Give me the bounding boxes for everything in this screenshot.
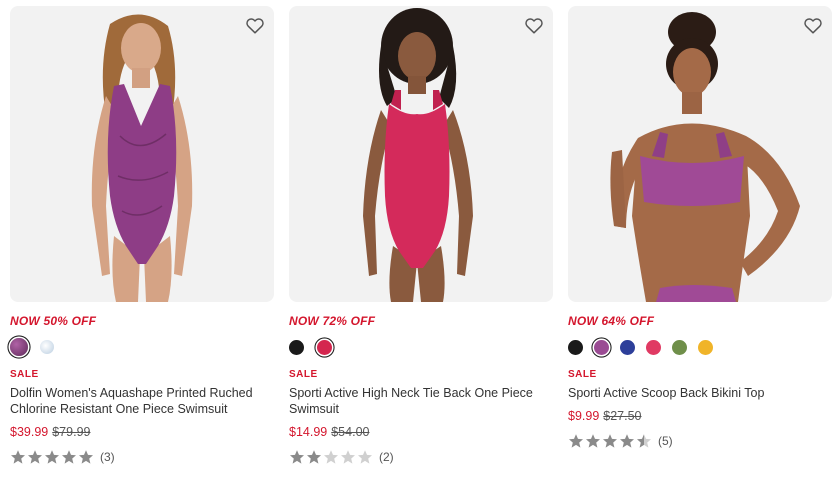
product-image[interactable] xyxy=(568,6,832,302)
model-photo xyxy=(363,8,473,302)
color-swatch[interactable] xyxy=(698,339,713,355)
star-filled-icon xyxy=(620,434,634,448)
star-filled-icon xyxy=(62,450,76,464)
sale-price: $9.99 xyxy=(568,409,600,423)
review-count: (3) xyxy=(100,450,115,464)
star-filled-icon xyxy=(28,450,42,464)
sale-label: SALE xyxy=(289,369,318,380)
color-swatch[interactable] xyxy=(289,339,304,355)
star-half-icon xyxy=(637,434,651,448)
color-swatches xyxy=(10,337,274,357)
model-photo xyxy=(610,12,800,302)
color-swatch[interactable] xyxy=(40,340,54,354)
star-filled-icon xyxy=(603,434,617,448)
star-filled-icon xyxy=(586,434,600,448)
product-title-link[interactable]: Dolfin Women's Aquashape Printed Ruched … xyxy=(10,385,270,417)
color-swatches xyxy=(289,337,553,357)
product-image[interactable] xyxy=(289,6,553,302)
stars xyxy=(568,433,652,449)
sale-label: SALE xyxy=(10,369,39,380)
stars xyxy=(289,449,373,465)
color-swatch[interactable] xyxy=(620,339,635,355)
product-image[interactable] xyxy=(10,6,274,302)
product-title-link[interactable]: Sporti Active Scoop Back Bikini Top xyxy=(568,385,828,401)
star-filled-icon xyxy=(45,450,59,464)
model-photo xyxy=(91,14,193,302)
heart-outline-icon[interactable] xyxy=(244,14,266,36)
color-swatch[interactable] xyxy=(646,339,661,355)
heart-outline-icon[interactable] xyxy=(802,14,824,36)
discount-promo: NOW 50% OFF xyxy=(10,314,97,328)
product-card[interactable]: NOW 72% OFF SALE Sporti Active High Neck… xyxy=(289,6,553,466)
color-swatches xyxy=(568,337,832,357)
sale-price: $14.99 xyxy=(289,425,328,439)
discount-promo: NOW 64% OFF xyxy=(568,314,655,328)
heart-outline-icon[interactable] xyxy=(523,14,545,36)
stars xyxy=(10,449,94,465)
price: $39.99 $79.99 xyxy=(10,425,274,441)
star-rating[interactable]: (3) xyxy=(10,448,274,466)
review-count: (5) xyxy=(658,434,673,448)
product-card[interactable]: NOW 64% OFF SALE Sporti Active Scoop Bac… xyxy=(568,6,832,450)
star-rating[interactable]: (5) xyxy=(568,432,832,450)
color-swatch[interactable] xyxy=(317,339,332,355)
star-filled-icon xyxy=(569,434,583,448)
color-swatch[interactable] xyxy=(594,339,609,355)
star-empty-icon xyxy=(324,450,338,464)
color-swatch[interactable] xyxy=(568,339,583,355)
price: $9.99 $27.50 xyxy=(568,409,832,425)
star-filled-icon xyxy=(290,450,304,464)
sale-price: $39.99 xyxy=(10,425,49,439)
star-empty-icon xyxy=(341,450,355,464)
review-count: (2) xyxy=(379,450,394,464)
product-card[interactable]: NOW 50% OFF SALE Dolfin Women's Aquashap… xyxy=(10,6,274,466)
price: $14.99 $54.00 xyxy=(289,425,553,441)
star-filled-icon xyxy=(11,450,25,464)
star-filled-icon xyxy=(79,450,93,464)
original-price: $79.99 xyxy=(52,425,91,439)
original-price: $54.00 xyxy=(331,425,370,439)
sale-label: SALE xyxy=(568,369,597,380)
color-swatch[interactable] xyxy=(672,339,687,355)
star-rating[interactable]: (2) xyxy=(289,448,553,466)
star-empty-icon xyxy=(358,450,372,464)
discount-promo: NOW 72% OFF xyxy=(289,314,376,328)
star-filled-icon xyxy=(307,450,321,464)
product-title-link[interactable]: Sporti Active High Neck Tie Back One Pie… xyxy=(289,385,549,417)
color-swatch[interactable] xyxy=(10,338,28,356)
original-price: $27.50 xyxy=(603,409,642,423)
